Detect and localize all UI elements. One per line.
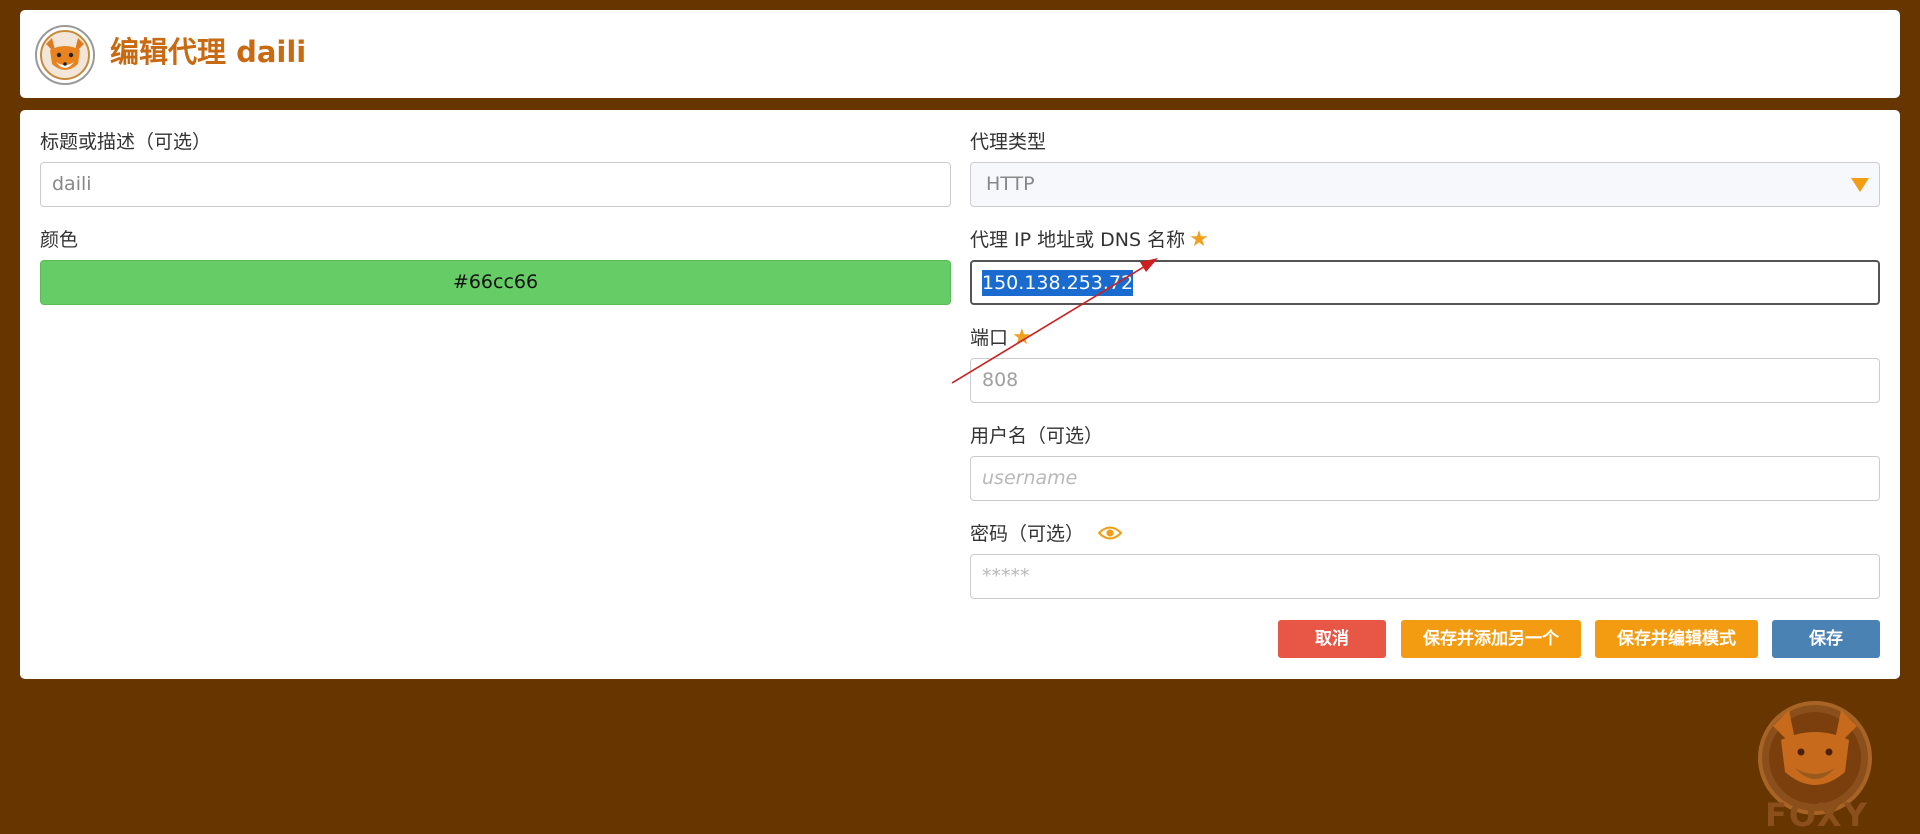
proxy-host-input[interactable]: 150.138.253.72 bbox=[970, 260, 1880, 305]
save-and-add-another-button[interactable]: 保存并添加另一个 bbox=[1401, 620, 1581, 658]
proxy-type-select[interactable]: HTTP bbox=[970, 162, 1880, 207]
fox-logo-icon bbox=[34, 24, 96, 86]
cancel-button[interactable]: 取消 bbox=[1278, 620, 1386, 658]
proxy-host-label: 代理 IP 地址或 DNS 名称 ★ bbox=[970, 228, 1209, 252]
password-label-text: 密码（可选） bbox=[970, 523, 1085, 545]
proxy-type-value: HTTP bbox=[986, 173, 1035, 195]
username-label: 用户名（可选） bbox=[970, 425, 1104, 447]
port-label-text: 端口 bbox=[970, 327, 1009, 349]
star-icon: ★ bbox=[1189, 227, 1209, 252]
star-icon: ★ bbox=[1012, 325, 1032, 350]
port-input[interactable]: 808 bbox=[970, 358, 1880, 403]
proxy-host-value: 150.138.253.72 bbox=[982, 270, 1134, 296]
title-input[interactable]: daili bbox=[40, 162, 951, 207]
proxy-type-label: 代理类型 bbox=[970, 131, 1047, 153]
foxy-watermark-text: FOXY bbox=[1765, 796, 1869, 834]
password-input[interactable]: ***** bbox=[970, 554, 1880, 599]
password-label: 密码（可选） bbox=[970, 522, 1123, 547]
save-button[interactable]: 保存 bbox=[1772, 620, 1880, 658]
color-picker-field[interactable]: #66cc66 bbox=[40, 260, 951, 305]
proxy-edit-form: 标题或描述（可选） daili 颜色 #66cc66 代理类型 HTTP 代理 … bbox=[20, 110, 1900, 679]
title-field-label: 标题或描述（可选） bbox=[40, 131, 212, 153]
proxy-host-label-text: 代理 IP 地址或 DNS 名称 bbox=[970, 229, 1186, 251]
header-bar: 编辑代理 daili bbox=[20, 10, 1900, 98]
username-input[interactable]: username bbox=[970, 456, 1880, 501]
chevron-down-icon bbox=[1851, 178, 1869, 192]
color-field-label: 颜色 bbox=[40, 229, 79, 251]
port-label: 端口 ★ bbox=[970, 326, 1032, 350]
save-and-edit-mode-button[interactable]: 保存并编辑模式 bbox=[1595, 620, 1758, 658]
page-title: 编辑代理 daili bbox=[110, 35, 307, 69]
eye-icon[interactable] bbox=[1097, 523, 1123, 547]
